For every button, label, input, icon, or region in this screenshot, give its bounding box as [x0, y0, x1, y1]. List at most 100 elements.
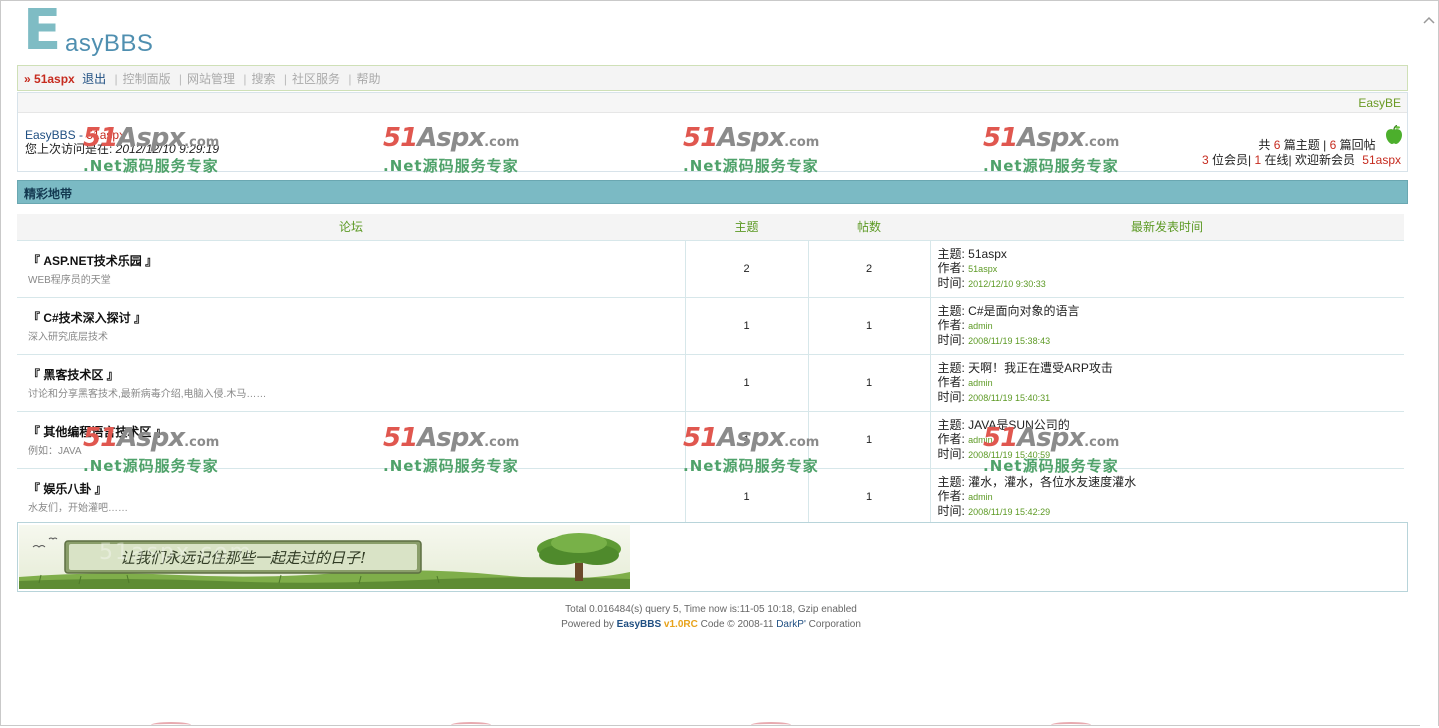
info-header: EasyBE: [18, 93, 1407, 113]
latest-post-author[interactable]: admin: [968, 321, 993, 331]
topic-count: 1: [685, 354, 809, 412]
nav-link-community[interactable]: 社区服务: [292, 72, 340, 86]
table-row: 『 娱乐八卦 』 水友们，开始灌吧…… 1 1 主题: 灌水，灌水，各位水友速度…: [17, 468, 1404, 526]
latest-post-cell: 主题: 51aspx 作者: 51aspx 时间: 2012/12/10 9:3…: [930, 240, 1404, 298]
chevron-up-icon[interactable]: [1423, 15, 1435, 27]
footer-powered-label: Powered by: [561, 619, 617, 630]
footer-version: v1.0RC: [663, 619, 698, 630]
topic-count: 1: [685, 411, 809, 469]
nav-separator: |: [178, 72, 183, 86]
forum-desc: 水友们，开始灌吧……: [28, 502, 128, 514]
visit-info: EasyBBS - 51aspx 您上次访问是在: 2012/12/10 9:2…: [25, 128, 219, 156]
latest-post-author[interactable]: admin: [968, 492, 993, 502]
footer-brand-link[interactable]: EasyBBS: [617, 619, 661, 630]
post-count: 2: [808, 240, 931, 298]
col-header-posts: 帖数: [808, 214, 930, 241]
author-label: 作者:: [937, 260, 969, 275]
info-panel: EasyBE EasyBBS - 51aspx 您上次访问是在: 2012/12…: [17, 92, 1408, 172]
stats-member-count: 3: [1201, 153, 1209, 167]
nav-link-search[interactable]: 搜索: [252, 72, 276, 86]
current-user-link[interactable]: 51aspx: [86, 128, 125, 142]
latest-post-author[interactable]: admin: [968, 435, 993, 445]
table-row: 『 其他编程语言技术区 』 例如：JAVA 1 1 主题: JAVA是SUN公司…: [17, 411, 1404, 469]
forum-desc: 讨论和分享黑客技术,最新病毒介绍,电脑入侵.木马……: [28, 388, 267, 400]
latest-post-cell: 主题: 天啊！我正在遭受ARP攻击 作者: admin 时间: 2008/11/…: [930, 354, 1404, 412]
forum-desc: 深入研究底层技术: [28, 331, 108, 343]
vertical-scrollbar[interactable]: [1420, 1, 1438, 727]
nav-link-help[interactable]: 帮助: [357, 72, 381, 86]
table-row: 『 黑客技术区 』 讨论和分享黑客技术,最新病毒介绍,电脑入侵.木马…… 1 1…: [17, 354, 1404, 412]
topic-count: 2: [685, 240, 809, 298]
section-title: 精彩地带: [24, 187, 73, 201]
forum-desc: WEB程序员的天堂: [28, 274, 111, 286]
post-count: 1: [808, 411, 931, 469]
page-footer: Total 0.016484(s) query 5, Time now is:1…: [1, 602, 1421, 632]
topic-count: 1: [685, 468, 809, 526]
section-header[interactable]: 精彩地带: [17, 180, 1408, 204]
latest-post-time: 2008/11/19 15:38:43: [968, 335, 1051, 346]
stats-reply-label: 篇回帖: [1339, 138, 1376, 152]
nav-link-site-admin[interactable]: 网站管理: [187, 72, 235, 86]
forum-name-link[interactable]: 『 娱乐八卦 』: [18, 480, 684, 497]
apple-icon: [1385, 124, 1402, 144]
nav-separator: |: [348, 72, 352, 86]
watermark-fragment: [151, 722, 191, 728]
latest-post-time: 2008/11/19 15:42:29: [968, 506, 1051, 517]
nav-username-link[interactable]: 51aspx: [34, 72, 75, 86]
post-count: 1: [808, 468, 931, 526]
stats-topic-count: 6: [1273, 138, 1281, 152]
latest-post-time: 2012/12/10 9:30:33: [968, 278, 1046, 289]
latest-post-cell: 主题: 灌水，灌水，各位水友速度灌水 作者: admin 时间: 2008/11…: [930, 468, 1404, 526]
time-label: 时间:: [937, 332, 969, 347]
forum-cell: 『 其他编程语言技术区 』 例如：JAVA: [17, 411, 686, 469]
top-nav: » 51aspx 退出 | 控制面版 | 网站管理 | 搜索 | 社区服务 | 帮助: [17, 65, 1408, 91]
time-label: 时间:: [937, 275, 969, 290]
nav-separator: |: [283, 72, 288, 86]
post-count: 1: [808, 297, 931, 355]
raquo-icon: »: [24, 72, 31, 86]
forum-table: 论坛 主题 帖数 最新发表时间 『 ASP.NET技术乐园 』 WEB程序员的天…: [17, 214, 1404, 526]
latest-post-subject[interactable]: 主题: C#是面向对象的语言: [938, 304, 1080, 318]
info-header-link[interactable]: EasyBE: [1358, 96, 1401, 110]
author-label: 作者:: [937, 431, 969, 446]
footer-company-link[interactable]: DarkP': [776, 619, 806, 630]
stats-sep: |: [1323, 138, 1327, 152]
nav-link-control-panel[interactable]: 控制面版: [123, 72, 171, 86]
stats-online-count: 1: [1254, 153, 1262, 167]
stats-welcome-label: 欢迎新会员: [1294, 153, 1355, 167]
latest-post-subject[interactable]: 主题: JAVA是SUN公司的: [938, 418, 1070, 432]
latest-post-author[interactable]: admin: [968, 378, 993, 388]
forum-name-link[interactable]: 『 其他编程语言技术区 』: [18, 423, 684, 440]
watermark-fragment: [1051, 722, 1091, 728]
latest-post-subject[interactable]: 主题: 51aspx: [938, 247, 1007, 261]
table-row: 『 C#技术深入探讨 』 深入研究底层技术 1 1 主题: C#是面向对象的语言…: [17, 297, 1404, 355]
latest-post-subject[interactable]: 主题: 天啊！我正在遭受ARP攻击: [938, 361, 1113, 375]
watermark-fragment: [751, 722, 791, 728]
col-header-forum: 论坛: [17, 214, 685, 241]
forum-desc: 例如：JAVA: [28, 445, 82, 457]
forum-cell: 『 C#技术深入探讨 』 深入研究底层技术: [17, 297, 686, 355]
stats-online-label: 在线|: [1264, 153, 1292, 167]
latest-post-author[interactable]: 51aspx: [968, 264, 997, 274]
forum-name-link[interactable]: 『 黑客技术区 』: [18, 366, 684, 383]
forum-cell: 『 ASP.NET技术乐园 』 WEB程序员的天堂: [17, 240, 686, 298]
latest-post-time: 2008/11/19 15:40:31: [968, 392, 1051, 403]
banner-image[interactable]: 让我们永远记住那些一起走过的日子! 51aspx.com: [19, 525, 630, 589]
forum-name-link[interactable]: 『 C#技术深入探讨 』: [18, 309, 684, 326]
latest-post-time: 2008/11/19 15:40:59: [968, 449, 1051, 460]
time-label: 时间:: [937, 446, 969, 461]
forum-name-link[interactable]: 『 ASP.NET技术乐园 』: [18, 252, 684, 269]
site-name-link[interactable]: EasyBBS: [25, 128, 76, 142]
topic-count: 1: [685, 297, 809, 355]
footer-corp: Corporation: [805, 619, 861, 630]
newest-member-link[interactable]: 51aspx: [1362, 153, 1401, 167]
banner-box: 让我们永远记住那些一起走过的日子! 51aspx.com: [17, 522, 1408, 592]
latest-post-cell: 主题: C#是面向对象的语言 作者: admin 时间: 2008/11/19 …: [930, 297, 1404, 355]
latest-post-cell: 主题: JAVA是SUN公司的 作者: admin 时间: 2008/11/19…: [930, 411, 1404, 469]
latest-post-subject[interactable]: 主题: 灌水，灌水，各位水友速度灌水: [938, 475, 1137, 489]
watermark-fragment: [451, 722, 491, 728]
stats-member-label: 位会员|: [1211, 153, 1252, 167]
stats-total-prefix: 共: [1258, 138, 1271, 152]
last-visit-time: 2012/12/10 9:29:19: [115, 142, 220, 156]
logout-link[interactable]: 退出: [82, 72, 106, 86]
